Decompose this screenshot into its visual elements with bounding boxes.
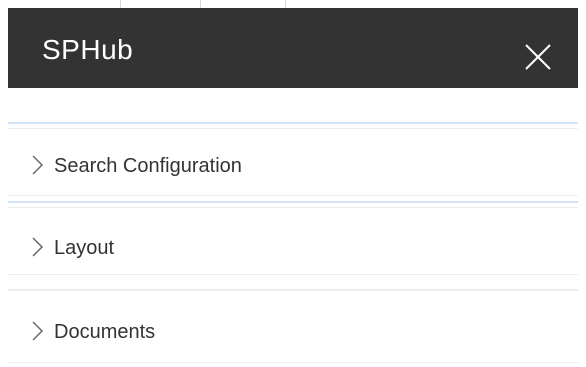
section-divider — [8, 128, 578, 129]
section-layout[interactable]: Layout — [8, 201, 578, 275]
top-strip-segment — [0, 0, 121, 8]
panel-title: SPHub — [42, 34, 134, 65]
top-strip-segment — [120, 0, 201, 8]
section-documents[interactable]: Documents — [8, 289, 578, 363]
chevron-right-icon — [32, 321, 44, 341]
top-strip-segment — [200, 0, 286, 8]
close-icon — [525, 44, 551, 70]
section-label: Layout — [54, 237, 115, 259]
top-strip — [0, 0, 586, 8]
section-label: Documents — [54, 321, 156, 343]
chevron-right-icon — [32, 237, 44, 257]
section-label: Search Configuration — [54, 155, 242, 177]
section-search-configuration[interactable]: Search Configuration — [8, 122, 578, 196]
chevron-right-icon — [32, 155, 44, 175]
section-divider — [8, 207, 578, 208]
panel-header: SPHub — [8, 8, 578, 88]
close-button[interactable] — [523, 42, 553, 72]
